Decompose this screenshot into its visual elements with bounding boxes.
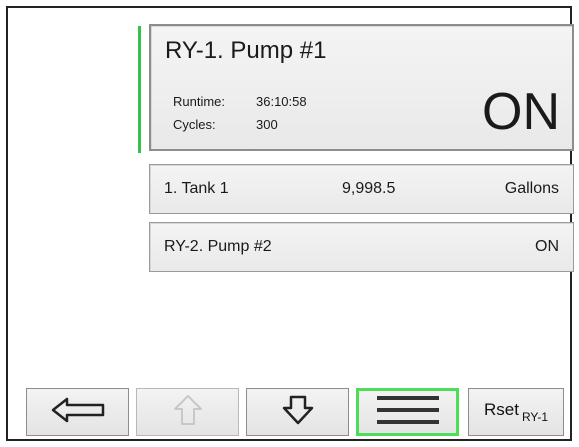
relay-state: ON [482,83,560,141]
relay-title: RY-2. Pump #2 [164,238,272,255]
runtime-value: 36:10:58 [256,94,307,109]
down-button[interactable] [246,388,349,436]
arrow-down-icon [281,395,315,430]
reset-label: Rset RY-1 [484,400,548,424]
tank-unit: Gallons [504,180,559,197]
relay-panel-pump-2[interactable]: RY-2. Pump #2 ON [149,222,574,272]
reset-relay-button[interactable]: Rset RY-1 [468,388,564,436]
bottom-toolbar: Rset RY-1 [8,388,570,441]
tank-panel[interactable]: 1. Tank 1 9,998.5 Gallons [149,164,574,214]
reset-target: RY-1 [521,410,548,424]
cycles-label: Cycles: [173,117,216,132]
active-indicator-bar [138,26,141,153]
menu-button[interactable] [356,388,459,436]
relay-panel-pump-1[interactable]: RY-1. Pump #1 Runtime: 36:10:58 Cycles: … [149,24,574,151]
arrow-up-icon [173,394,203,431]
tank-name: 1. Tank 1 [164,180,229,197]
relay-title: RY-1. Pump #1 [165,37,327,64]
hamburger-menu-icon [376,395,439,430]
relay-state: ON [535,238,559,255]
runtime-label: Runtime: [173,94,226,109]
tank-value: 9,998.5 [342,180,396,197]
arrow-left-icon [51,397,105,428]
up-button[interactable] [136,388,239,436]
back-button[interactable] [26,388,129,436]
cycles-value: 300 [256,117,278,132]
hmi-screen: RY-1. Pump #1 Runtime: 36:10:58 Cycles: … [6,6,574,441]
